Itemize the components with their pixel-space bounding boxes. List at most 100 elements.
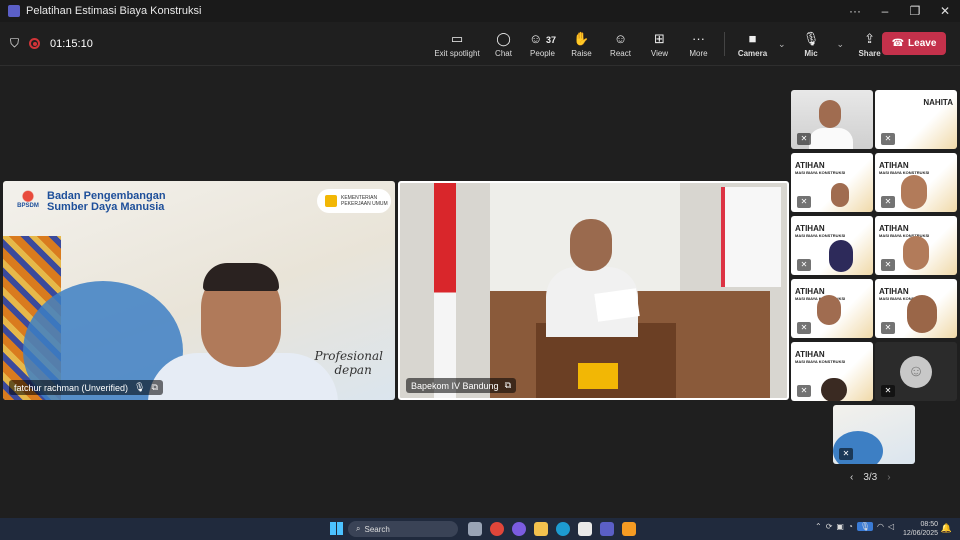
window-title: Pelatihan Estimasi Biaya Konstruksi bbox=[26, 5, 202, 17]
mic-options-chevron-icon[interactable]: ⌄ bbox=[837, 39, 845, 50]
gallery-tile[interactable]: ATIHAN MASI BIAYA KONSTRUKSI ✕ bbox=[791, 342, 873, 401]
toolbar-divider bbox=[724, 32, 725, 56]
podium-logo bbox=[578, 363, 618, 389]
raise-hand-button[interactable]: ✋ Raise bbox=[562, 31, 601, 58]
chevron-left-icon[interactable]: ‹ bbox=[850, 472, 853, 483]
gallery-tile[interactable]: ATIHAN MASI BIAYA KONSTRUKSI ✕ bbox=[791, 279, 873, 338]
banner-sign bbox=[721, 187, 781, 287]
camera-button[interactable]: ■ Camera bbox=[733, 31, 772, 58]
exit-spotlight-icon: ▭ bbox=[450, 30, 464, 46]
phone-hangup-icon: ☎ bbox=[891, 38, 905, 49]
shield-icon: ⛉ bbox=[10, 36, 20, 50]
react-button[interactable]: ☺ React bbox=[601, 31, 640, 58]
restore-button[interactable]: ❐ bbox=[900, 4, 930, 18]
copilot-icon[interactable] bbox=[512, 522, 526, 536]
view-button[interactable]: ⊞ View bbox=[640, 31, 679, 58]
mic-button[interactable]: 🎙 Mic bbox=[792, 31, 831, 58]
spotlight-name-tag: Bapekom IV Bandung ⧉ bbox=[406, 378, 516, 393]
react-icon: ☺ bbox=[613, 30, 628, 46]
gallery-tile[interactable]: ATIHAN MASI BIAYA KONSTRUKSI ✕ bbox=[875, 153, 957, 212]
mic-off-icon: 🎙 bbox=[134, 382, 146, 392]
mic-off-icon: ✕ bbox=[881, 133, 895, 145]
more-icon: ··· bbox=[692, 30, 705, 46]
search-icon: ⌕ bbox=[356, 524, 361, 533]
mic-off-icon: ✕ bbox=[881, 385, 895, 397]
teams-tray-icon[interactable]: ▣ bbox=[836, 522, 844, 531]
video-tile-presenter[interactable]: BPSDM Badan Pengembangan Sumber Daya Man… bbox=[3, 181, 395, 400]
participant-head bbox=[817, 295, 841, 325]
video-tile-spotlight[interactable]: Bapekom IV Bandung ⧉ bbox=[398, 181, 789, 400]
chat-button[interactable]: ◯ Chat bbox=[484, 31, 523, 58]
volume-icon[interactable]: ◁ bbox=[888, 522, 894, 531]
exit-spotlight-button[interactable]: ▭ Exit spotlight bbox=[430, 31, 484, 58]
raise-hand-icon: ✋ bbox=[573, 30, 590, 46]
gallery-tile[interactable]: NAHITA ✕ bbox=[875, 90, 957, 149]
notification-bell-icon[interactable]: 🔔 bbox=[941, 523, 952, 534]
participant-head bbox=[819, 100, 841, 128]
gallery-tile[interactable]: ATIHAN MASI BIAYA KONSTRUKSI ✕ bbox=[875, 279, 957, 338]
close-button[interactable]: ✕ bbox=[930, 4, 960, 18]
mic-off-icon: ✕ bbox=[797, 196, 811, 208]
leave-button[interactable]: ☎ Leave bbox=[882, 32, 946, 55]
participant-options-icon[interactable]: ⧉ bbox=[151, 382, 157, 393]
snipping-tool-icon[interactable] bbox=[578, 522, 592, 536]
more-options-icon[interactable]: ··· bbox=[840, 4, 870, 18]
title-bar: Pelatihan Estimasi Biaya Konstruksi ··· … bbox=[0, 0, 960, 22]
meeting-stage: BPSDM Badan Pengembangan Sumber Daya Man… bbox=[0, 66, 960, 518]
meeting-toolbar: ⛉ 01:15:10 ▭ Exit spotlight ◯ Chat ☺ 37 … bbox=[0, 22, 960, 66]
minimize-button[interactable]: – bbox=[870, 4, 900, 18]
gallery-tile[interactable]: ATIHAN MASI BIAYA KONSTRUKSI ✕ bbox=[791, 153, 873, 212]
camera-options-chevron-icon[interactable]: ⌄ bbox=[778, 39, 786, 50]
sync-icon[interactable]: ⟳ bbox=[826, 522, 833, 531]
flag-pole bbox=[434, 183, 456, 398]
share-icon: ⇪ bbox=[864, 30, 876, 46]
gallery-tile[interactable]: ATIHAN MASI BIAYA KONSTRUKSI ✕ bbox=[875, 216, 957, 275]
recording-icon bbox=[29, 38, 41, 49]
gallery-tile[interactable]: ATIHAN MASI BIAYA KONSTRUKSI ✕ bbox=[791, 216, 873, 275]
participant-options-icon[interactable]: ⧉ bbox=[505, 380, 511, 391]
chevron-up-icon[interactable]: ⌃ bbox=[815, 522, 822, 531]
avatar-icon: ☺ bbox=[900, 356, 932, 388]
participant-head bbox=[901, 175, 927, 209]
mic-off-icon: ✕ bbox=[881, 196, 895, 208]
mic-off-icon: ✕ bbox=[881, 259, 895, 271]
task-view-icon[interactable] bbox=[468, 522, 482, 536]
people-count: 37 bbox=[545, 34, 556, 45]
gallery-tile-no-video[interactable]: ☺ ✕ bbox=[875, 342, 957, 401]
network-icon[interactable]: ◔ bbox=[848, 522, 853, 531]
gallery-tile[interactable]: ✕ bbox=[791, 90, 873, 149]
chevron-right-icon[interactable]: › bbox=[887, 472, 890, 483]
bpsdm-logo: BPSDM bbox=[15, 189, 41, 213]
mic-tray-icon[interactable]: 🎙 bbox=[856, 522, 873, 531]
ministry-logo-icon bbox=[325, 195, 337, 207]
system-clock[interactable]: 08:50 12/06/2025 bbox=[903, 520, 938, 538]
windows-start-icon[interactable] bbox=[330, 522, 343, 535]
teams-taskbar-icon[interactable] bbox=[600, 522, 614, 536]
taskbar-search[interactable]: ⌕ Search bbox=[348, 521, 458, 537]
mic-off-icon: ✕ bbox=[797, 322, 811, 334]
participant-name-tag: fatchur rachman (Unverified) 🎙 ⧉ bbox=[9, 380, 163, 395]
more-button[interactable]: ··· More bbox=[679, 31, 718, 58]
view-icon: ⊞ bbox=[654, 30, 665, 46]
speaker-head bbox=[570, 219, 612, 271]
system-tray: ⌃ ⟳ ▣ ◔ 🎙 ◠ ◁ bbox=[815, 522, 894, 531]
mic-off-icon: ✕ bbox=[839, 448, 853, 460]
gallery-tile-self[interactable]: ✕ bbox=[833, 405, 915, 464]
participant-head bbox=[831, 183, 849, 207]
edge-icon[interactable] bbox=[556, 522, 570, 536]
wifi-icon[interactable]: ◠ bbox=[877, 522, 884, 531]
file-explorer-icon[interactable] bbox=[534, 522, 548, 536]
mic-off-icon: ✕ bbox=[797, 259, 811, 271]
people-button[interactable]: ☺ 37 People bbox=[523, 31, 562, 58]
participant-head bbox=[821, 378, 847, 401]
mic-off-icon: ✕ bbox=[881, 322, 895, 334]
media-player-icon[interactable] bbox=[622, 522, 636, 536]
chat-icon: ◯ bbox=[496, 30, 511, 46]
org-title: Badan Pengembangan Sumber Daya Manusia bbox=[47, 190, 166, 213]
speaker-paper bbox=[594, 288, 640, 322]
participant-hair bbox=[203, 263, 279, 291]
taskbar: ⌕ Search ⌃ ⟳ ▣ ◔ 🎙 ◠ ◁ 08:50 12/06/2025 … bbox=[0, 518, 960, 540]
mic-icon: 🎙 bbox=[802, 30, 820, 46]
taskbar-apps bbox=[464, 522, 640, 536]
chrome-icon[interactable] bbox=[490, 522, 504, 536]
